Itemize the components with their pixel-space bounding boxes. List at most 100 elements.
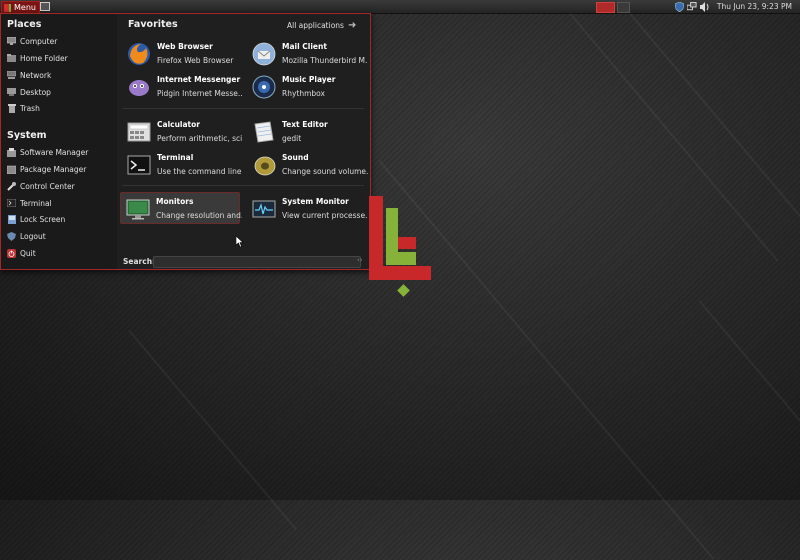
thunderbird-icon [252, 42, 276, 66]
desktop-icon [7, 88, 16, 97]
gedit-icon [252, 120, 276, 144]
quit-icon [7, 248, 16, 258]
computer-icon [7, 37, 16, 46]
app-terminal[interactable]: Terminal Use the command line [122, 149, 242, 179]
sidebar-item-label: Quit [20, 248, 36, 258]
app-sound[interactable]: Sound Change sound volume... [247, 149, 368, 179]
lock-icon [7, 214, 16, 224]
app-desc: Use the command line [157, 167, 242, 176]
search-input[interactable] [153, 256, 361, 268]
app-calculator[interactable]: Calculator Perform arithmetic, sci... [122, 116, 243, 146]
sidebar-item-label: Lock Screen [20, 214, 66, 224]
sidebar-item-computer[interactable]: Computer [7, 35, 57, 47]
all-applications-label: All applications [287, 21, 344, 30]
app-name: Internet Messenger [157, 75, 241, 84]
app-desc: Mozilla Thunderbird M... [282, 56, 368, 65]
app-desc: Change sound volume... [282, 167, 368, 176]
sidebar-item-lock-screen[interactable]: Lock Screen [7, 213, 65, 225]
trash-icon [7, 103, 16, 113]
sidebar-item-label: Network [20, 70, 52, 80]
workspace-indicator[interactable] [596, 2, 615, 13]
terminal-icon [127, 153, 151, 177]
sidebar-item-label: Package Manager [20, 164, 87, 174]
app-monitors[interactable]: Monitors Change resolution and... [120, 192, 242, 224]
arrow-right-icon: ➜ [347, 20, 357, 31]
app-mail-client[interactable]: Mail Client Mozilla Thunderbird M... [247, 38, 368, 68]
app-name: Web Browser [157, 42, 213, 51]
favorites-separator [122, 185, 364, 186]
system-tray [674, 1, 710, 12]
sidebar-item-label: Home Folder [20, 53, 68, 63]
app-name: Terminal [157, 153, 194, 162]
speaker-icon [252, 153, 276, 177]
volume-icon[interactable] [700, 1, 710, 12]
app-desc: gedit [282, 134, 302, 143]
app-name: Calculator [157, 120, 200, 129]
sidebar-item-label: Terminal [20, 198, 52, 208]
mouse-cursor-icon [236, 236, 244, 248]
pidgin-icon [127, 75, 151, 99]
app-name: System Monitor [282, 197, 349, 206]
sidebar-item-package-manager[interactable]: Package Manager [7, 163, 86, 175]
application-menu: Places Computer Home Folder Network Desk… [0, 13, 371, 270]
app-web-browser[interactable]: Web Browser Firefox Web Browser [122, 38, 240, 68]
shield-icon[interactable] [674, 1, 684, 12]
sidebar-item-software-manager[interactable]: Software Manager [7, 146, 88, 158]
show-desktop-icon[interactable] [40, 2, 50, 11]
mint-logo-icon [369, 196, 431, 297]
sidebar-item-network[interactable]: Network [7, 69, 51, 81]
search-clear-icon[interactable]: ‹› [357, 256, 363, 264]
software-manager-icon [7, 147, 16, 157]
places-title: Places [7, 19, 42, 30]
app-name: Sound [282, 153, 309, 162]
app-desc: Change resolution and... [156, 211, 242, 220]
search-label: Search: [123, 257, 156, 266]
app-desc: Perform arithmetic, sci... [157, 134, 243, 143]
app-system-monitor[interactable]: System Monitor View current processe... [247, 193, 368, 223]
workspace-indicator-2[interactable] [617, 2, 630, 13]
app-music-player[interactable]: Music Player Rhythmbox [247, 71, 365, 101]
sidebar-item-label: Trash [20, 103, 40, 113]
sidebar-item-trash[interactable]: Trash [7, 102, 40, 114]
app-name: Mail Client [282, 42, 327, 51]
firefox-icon [127, 42, 151, 66]
sidebar: Places Computer Home Folder Network Desk… [1, 14, 117, 269]
sidebar-item-label: Software Manager [20, 147, 89, 157]
favorites-title: Favorites [128, 19, 178, 30]
system-title: System [7, 130, 47, 141]
app-desc: Pidgin Internet Messe... [157, 89, 243, 98]
sidebar-item-home-folder[interactable]: Home Folder [7, 52, 68, 64]
favorites-separator [122, 108, 364, 109]
sidebar-item-logout[interactable]: Logout [7, 230, 46, 242]
app-internet-messenger[interactable]: Internet Messenger Pidgin Internet Messe… [122, 71, 243, 101]
logout-icon [7, 231, 16, 241]
network-icon[interactable] [687, 1, 697, 12]
all-applications-button[interactable]: All applications ➜ [287, 20, 356, 31]
clock[interactable]: Thu Jun 23, 9:23 PM [717, 1, 792, 12]
top-panel: Menu Thu Jun 23, 9:23 PM [0, 0, 800, 14]
control-center-icon [7, 181, 16, 191]
app-desc: Rhythmbox [282, 89, 325, 98]
app-name: Music Player [282, 75, 336, 84]
calculator-icon [127, 120, 151, 144]
sidebar-item-terminal[interactable]: Terminal [7, 197, 52, 209]
sidebar-item-label: Logout [20, 231, 46, 241]
sidebar-item-desktop[interactable]: Desktop [7, 86, 51, 98]
system-monitor-icon [252, 197, 276, 221]
sidebar-item-control-center[interactable]: Control Center [7, 180, 75, 192]
sidebar-item-label: Desktop [20, 87, 51, 97]
network-icon [7, 71, 16, 80]
app-text-editor[interactable]: Text Editor gedit [247, 116, 365, 146]
app-desc: View current processe... [282, 211, 368, 220]
sidebar-item-quit[interactable]: Quit [7, 247, 36, 259]
sidebar-item-label: Control Center [20, 181, 75, 191]
terminal-icon [7, 199, 16, 208]
rhythmbox-icon [252, 75, 276, 99]
sidebar-item-label: Computer [20, 36, 58, 46]
menu-button-label: Menu [14, 3, 36, 12]
app-name: Monitors [156, 197, 194, 206]
app-name: Text Editor [282, 120, 328, 129]
monitor-icon [126, 197, 150, 221]
home-folder-icon [7, 54, 16, 63]
package-manager-icon [7, 165, 16, 174]
